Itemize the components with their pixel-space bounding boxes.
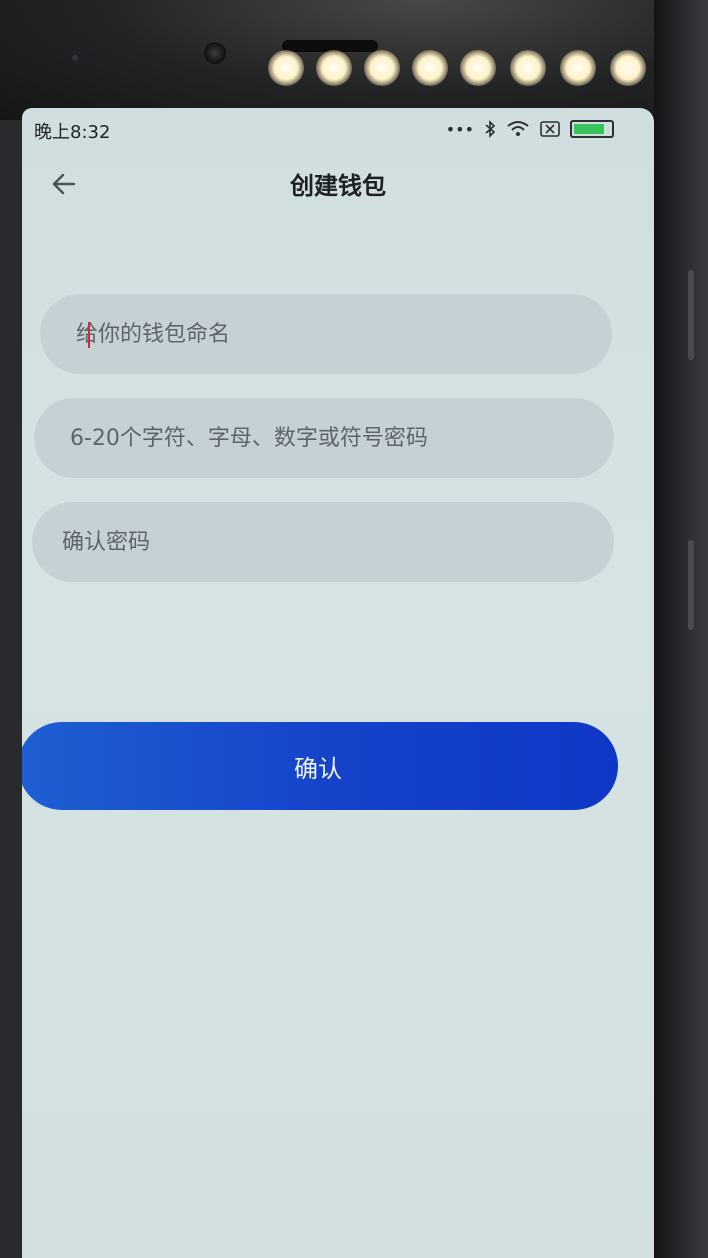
phone-top-bezel — [0, 0, 708, 120]
battery-icon — [570, 120, 614, 138]
phone-device: 晚上8:32 ••• 创建钱包 给你的钱包命名 确认 — [0, 0, 708, 1258]
confirm-password-input[interactable] — [62, 529, 608, 555]
status-time: 晚上8:32 — [34, 122, 111, 143]
light-glare — [510, 50, 546, 86]
text-cursor — [88, 322, 90, 348]
status-bar: 晚上8:32 ••• — [22, 108, 654, 152]
light-glare — [412, 50, 448, 86]
wallet-name-field[interactable] — [40, 294, 612, 374]
password-field[interactable] — [34, 398, 614, 478]
app-screen: 晚上8:32 ••• 创建钱包 给你的钱包命名 确认 — [22, 108, 654, 1258]
confirm-password-field[interactable] — [32, 502, 614, 582]
light-glare — [316, 50, 352, 86]
status-icons: ••• — [446, 116, 614, 142]
light-glare — [364, 50, 400, 86]
password-input[interactable] — [70, 425, 614, 451]
wallet-name-input[interactable] — [76, 321, 612, 347]
more-dots-icon: ••• — [445, 119, 474, 139]
wifi-icon — [507, 121, 529, 136]
confirm-button[interactable]: 确认 — [22, 722, 618, 810]
phone-right-bezel — [654, 0, 708, 1258]
light-glare — [460, 50, 496, 86]
page-title: 创建钱包 — [290, 172, 386, 200]
light-glare — [268, 50, 304, 86]
volume-button — [688, 270, 694, 360]
front-camera-icon — [204, 42, 226, 64]
light-glare — [560, 50, 596, 86]
light-glare — [610, 50, 646, 86]
sim-icon — [540, 121, 560, 137]
power-button — [688, 540, 694, 630]
nav-bar: 创建钱包 — [22, 152, 654, 220]
bluetooth-icon — [485, 120, 496, 138]
proximity-sensor — [72, 55, 78, 61]
